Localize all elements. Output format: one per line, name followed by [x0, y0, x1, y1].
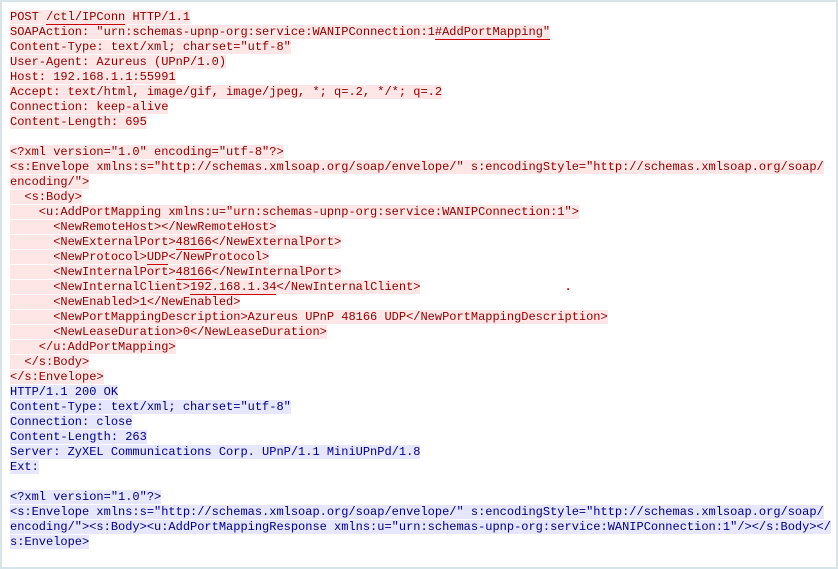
req-body-close: </s:Body> [10, 355, 89, 369]
resp-connection: Connection: close [10, 415, 132, 429]
req-envelope-open: <s:Envelope xmlns:s="http://schemas.xmls… [10, 160, 824, 174]
req-user-agent: User-Agent: Azureus (UPnP/1.0) [10, 55, 226, 69]
req-host: Host: 192.168.1.1:55991 [10, 70, 176, 84]
add-port-mapping-open: <u:AddPortMapping xmlns:u="urn:schemas-u… [10, 205, 579, 219]
new-internal-client: <NewInternalClient>192.168.1.34</NewInte… [10, 280, 420, 294]
resp-content-type: Content-Type: text/xml; charset="utf-8" [10, 400, 291, 414]
req-envelope-close: </s:Envelope> [10, 370, 104, 384]
req-accept: Accept: text/html, image/gif, image/jpeg… [10, 85, 442, 99]
resp-xml-decl: <?xml version="1.0"?> [10, 490, 161, 504]
resp-body-line3: s:Envelope> [10, 535, 89, 549]
new-external-port: <NewExternalPort>48166</NewExternalPort> [10, 235, 341, 249]
add-port-mapping-close: </u:AddPortMapping> [10, 340, 176, 354]
new-port-mapping-description: <NewPortMappingDescription>Azureus UPnP … [10, 310, 608, 324]
req-connection: Connection: keep-alive [10, 100, 168, 114]
new-remote-host: <NewRemoteHost></NewRemoteHost> [10, 220, 276, 234]
resp-content-length: Content-Length: 263 [10, 430, 147, 444]
new-lease-duration: <NewLeaseDuration>0</NewLeaseDuration> [10, 325, 327, 339]
marker-dot: . [565, 280, 572, 295]
packet-text-content[interactable]: POST /ctl/IPConn HTTP/1.1 SOAPAction: "u… [2, 8, 836, 554]
new-enabled: <NewEnabled>1</NewEnabled> [10, 295, 240, 309]
new-protocol: <NewProtocol>UDP</NewProtocol> [10, 250, 269, 264]
resp-ext: Ext: [10, 460, 39, 474]
req-xml-decl: <?xml version="1.0" encoding="utf-8"?> [10, 145, 284, 159]
req-body-open: <s:Body> [10, 190, 82, 204]
resp-server: Server: ZyXEL Communications Corp. UPnP/… [10, 445, 420, 459]
soapaction-header: SOAPAction: "urn:schemas-upnp-org:servic… [10, 25, 550, 39]
resp-body-line1: <s:Envelope xmlns:s="http://schemas.xmls… [10, 505, 824, 519]
req-content-length: Content-Length: 695 [10, 115, 147, 129]
req-content-type: Content-Type: text/xml; charset="utf-8" [10, 40, 291, 54]
req-envelope-open2: encoding/"> [10, 175, 89, 189]
request-line: POST /ctl/IPConn HTTP/1.1 [10, 10, 190, 24]
resp-body-line2: encoding/"><s:Body><u:AddPortMappingResp… [10, 520, 831, 534]
packet-viewer-pane: POST /ctl/IPConn HTTP/1.1 SOAPAction: "u… [0, 0, 838, 569]
new-internal-port: <NewInternalPort>48166</NewInternalPort> [10, 265, 341, 279]
request-path: /ctl/IPConn [46, 10, 125, 25]
response-status: HTTP/1.1 200 OK [10, 385, 118, 399]
